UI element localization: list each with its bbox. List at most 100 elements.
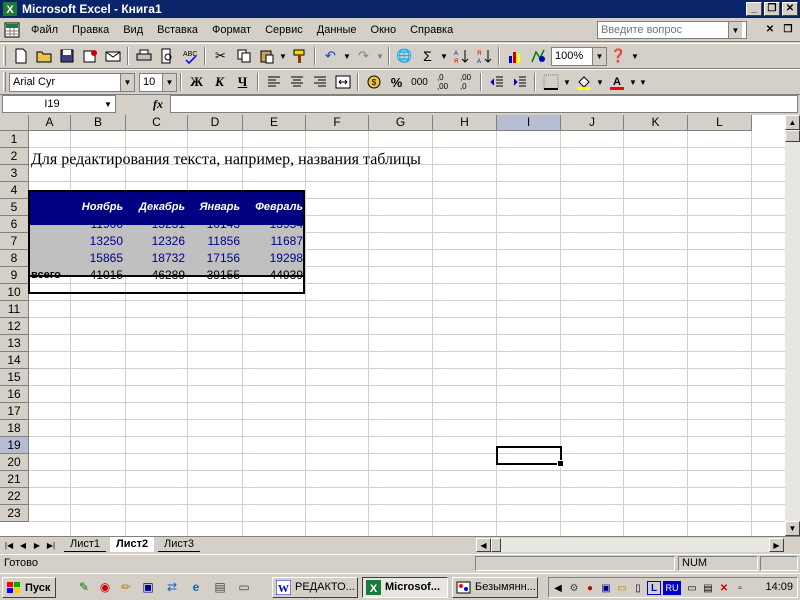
- open-button[interactable]: [32, 45, 55, 67]
- menu-help[interactable]: Справка: [403, 20, 460, 40]
- font-name-dropdown-icon[interactable]: ▼: [120, 73, 134, 91]
- restore-button[interactable]: ❐: [764, 2, 780, 16]
- font-name-combo[interactable]: Arial Cyr ▼: [9, 72, 135, 92]
- task-word-document[interactable]: W РЕДАКТО...: [272, 577, 358, 598]
- cut-button[interactable]: ✂: [209, 45, 232, 67]
- tray-printer-icon[interactable]: ▤: [701, 581, 715, 595]
- scroll-right-button[interactable]: ▶: [769, 538, 784, 552]
- next-sheet-button[interactable]: ▶: [30, 538, 44, 552]
- font-color-dropdown[interactable]: ▼: [628, 71, 638, 93]
- font-color-button[interactable]: A: [605, 71, 628, 93]
- select-all-corner[interactable]: [0, 115, 29, 131]
- align-center-button[interactable]: [285, 71, 308, 93]
- tray-monitor-icon[interactable]: ▭: [685, 581, 699, 595]
- percent-button[interactable]: %: [385, 71, 408, 93]
- row-header-3[interactable]: 3: [0, 165, 29, 182]
- increase-indent-button[interactable]: [508, 71, 531, 93]
- workbook-restore-button[interactable]: ❐: [780, 22, 796, 36]
- formula-input[interactable]: [170, 95, 798, 113]
- column-header-g[interactable]: G: [369, 115, 433, 131]
- quicklaunch-sync-icon[interactable]: ⇄: [164, 579, 180, 595]
- borders-dropdown[interactable]: ▼: [562, 71, 572, 93]
- menu-edit[interactable]: Правка: [65, 20, 116, 40]
- scroll-left-button[interactable]: ◀: [476, 538, 491, 552]
- hyperlink-button[interactable]: 🌐: [393, 45, 416, 67]
- scroll-up-button[interactable]: ▲: [785, 115, 800, 130]
- row-header-11[interactable]: 11: [0, 301, 29, 318]
- autosum-button[interactable]: Σ: [416, 45, 439, 67]
- drawing-button[interactable]: [526, 45, 549, 67]
- save-button[interactable]: [55, 45, 78, 67]
- sheet-tab-1[interactable]: Лист1: [64, 537, 107, 552]
- column-header-a[interactable]: A: [29, 115, 71, 131]
- insert-function-icon[interactable]: fx: [153, 97, 163, 112]
- row-header-1[interactable]: 1: [0, 131, 29, 148]
- toolbar-grip[interactable]: [3, 46, 6, 66]
- help-dropdown-icon[interactable]: ▼: [728, 22, 742, 38]
- borders-button[interactable]: [539, 71, 562, 93]
- sort-ascending-button[interactable]: AЯ: [449, 45, 472, 67]
- column-header-f[interactable]: F: [306, 115, 369, 131]
- quicklaunch-office-icon[interactable]: ◉: [97, 579, 113, 595]
- row-header-17[interactable]: 17: [0, 403, 29, 420]
- horizontal-scroll-thumb[interactable]: [491, 538, 501, 552]
- row-header-7[interactable]: 7: [0, 233, 29, 250]
- row-header-8[interactable]: 8: [0, 250, 29, 267]
- quicklaunch-pen-icon[interactable]: ✎: [76, 579, 92, 595]
- row-header-22[interactable]: 22: [0, 488, 29, 505]
- increase-decimal-button[interactable]: ,0,00: [431, 71, 454, 93]
- row-header-6[interactable]: 6: [0, 216, 29, 233]
- workbook-close-button[interactable]: ✕: [762, 22, 778, 36]
- sheet-title-cell[interactable]: Для редактирования текста, например, наз…: [31, 151, 421, 171]
- format-painter-button[interactable]: [288, 45, 311, 67]
- email-button[interactable]: [101, 45, 124, 67]
- redo-dropdown[interactable]: ▼: [375, 45, 385, 67]
- tray-speaker-icon[interactable]: ◀: [551, 581, 565, 595]
- row-header-13[interactable]: 13: [0, 335, 29, 352]
- sort-descending-button[interactable]: ЯA: [472, 45, 495, 67]
- menu-file[interactable]: Файл: [24, 20, 65, 40]
- menu-tools[interactable]: Сервис: [258, 20, 310, 40]
- print-button[interactable]: [132, 45, 155, 67]
- new-button[interactable]: [9, 45, 32, 67]
- menu-view[interactable]: Вид: [116, 20, 150, 40]
- row-header-16[interactable]: 16: [0, 386, 29, 403]
- prev-sheet-button[interactable]: ◀: [16, 538, 30, 552]
- zoom-combo[interactable]: 100% ▼: [551, 46, 607, 66]
- quicklaunch-media-icon[interactable]: ▤: [212, 579, 228, 595]
- toolbar-options-dropdown[interactable]: ▼: [638, 71, 648, 93]
- font-size-combo[interactable]: 10 ▼: [139, 72, 177, 92]
- sheet-tab-2[interactable]: Лист2: [110, 537, 155, 552]
- last-sheet-button[interactable]: ▶|: [44, 538, 58, 552]
- first-sheet-button[interactable]: |◀: [2, 538, 16, 552]
- column-header-c[interactable]: C: [126, 115, 188, 131]
- column-header-h[interactable]: H: [433, 115, 497, 131]
- undo-button[interactable]: ↶: [319, 45, 342, 67]
- name-box-dropdown-icon[interactable]: ▼: [101, 96, 115, 112]
- print-preview-button[interactable]: [155, 45, 178, 67]
- tray-tool-icon[interactable]: ⚙: [567, 581, 581, 595]
- font-size-dropdown-icon[interactable]: ▼: [162, 73, 176, 91]
- underline-button[interactable]: Ч: [231, 71, 254, 93]
- vertical-scrollbar[interactable]: ▲ ▼: [785, 115, 800, 536]
- row-header-5[interactable]: 5: [0, 199, 29, 216]
- column-header-k[interactable]: K: [624, 115, 688, 131]
- align-right-button[interactable]: [308, 71, 331, 93]
- tray-color-icon[interactable]: ●: [583, 581, 597, 595]
- tray-network-icon[interactable]: ▣: [599, 581, 613, 595]
- help-question-input[interactable]: [598, 24, 728, 36]
- quicklaunch-ie-icon[interactable]: e: [188, 579, 204, 595]
- paste-dropdown[interactable]: ▼: [278, 45, 288, 67]
- align-left-button[interactable]: [262, 71, 285, 93]
- zoom-dropdown-icon[interactable]: ▼: [592, 47, 606, 65]
- row-header-21[interactable]: 21: [0, 471, 29, 488]
- column-header-i[interactable]: I: [497, 115, 561, 131]
- column-header-d[interactable]: D: [188, 115, 243, 131]
- autosum-dropdown[interactable]: ▼: [439, 45, 449, 67]
- help-dropdown[interactable]: ▼: [630, 45, 640, 67]
- row-header-15[interactable]: 15: [0, 369, 29, 386]
- tray-document-icon[interactable]: ▯: [631, 581, 645, 595]
- row-header-20[interactable]: 20: [0, 454, 29, 471]
- row-header-18[interactable]: 18: [0, 420, 29, 437]
- undo-dropdown[interactable]: ▼: [342, 45, 352, 67]
